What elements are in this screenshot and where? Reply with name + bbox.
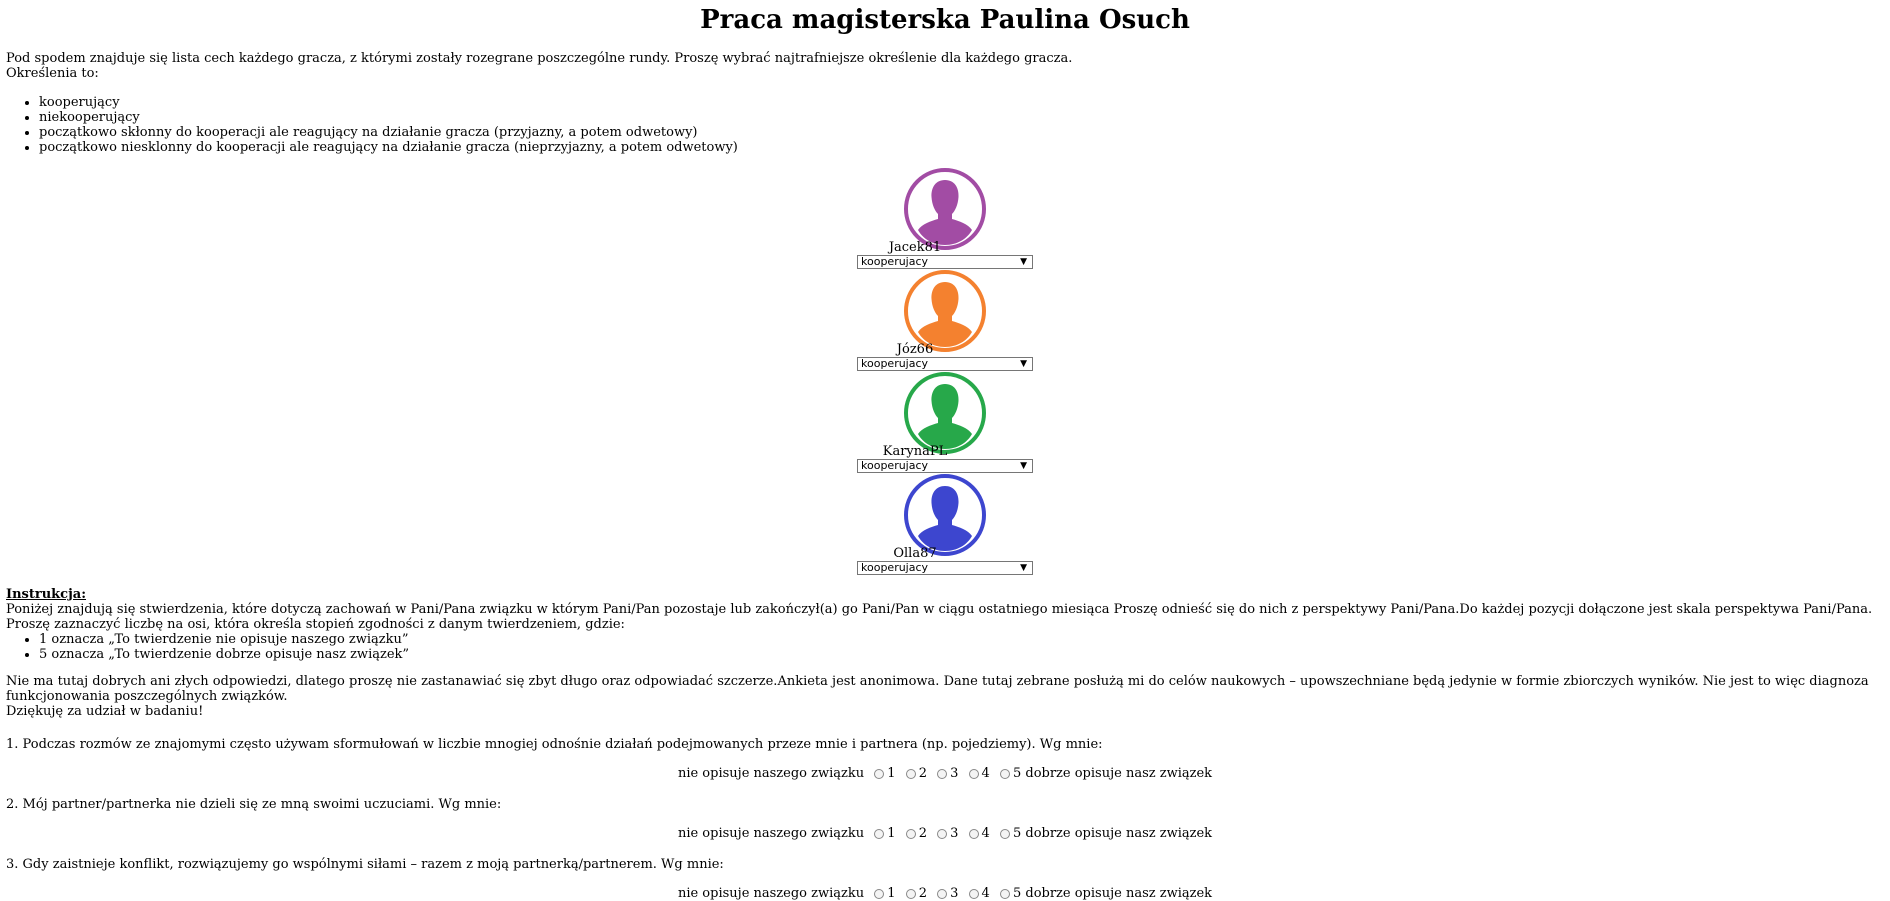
list-item: początkowo niesklonny do kooperacji ale …: [39, 140, 1884, 155]
intro-line-2: Określenia to:: [6, 66, 99, 81]
radio-option[interactable]: [905, 828, 916, 839]
question-text: 1. Podczas rozmów ze znajomymi często uż…: [6, 737, 1103, 752]
scale-left-label: nie opisuje naszego związku: [677, 766, 865, 781]
radio-option[interactable]: [968, 768, 979, 779]
scale-right-label: dobrze opisuje nasz związek: [1025, 826, 1213, 841]
radio-option[interactable]: [999, 828, 1010, 839]
radio-label: 4: [981, 886, 990, 901]
player-card: KarynaPL kooperujacy ▼: [855, 371, 1035, 473]
radio-label: 3: [950, 826, 959, 841]
radio-label: 1: [887, 886, 896, 901]
player-card: Józ66 kooperujacy ▼: [855, 269, 1035, 371]
list-item: kooperujący: [39, 95, 1884, 110]
note-text: Nie ma tutaj dobrych ani złych odpowiedz…: [6, 674, 1869, 704]
radio-option[interactable]: [874, 888, 885, 899]
question-text: 3. Gdy zaistnieje konflikt, rozwiązujemy…: [6, 857, 724, 872]
radio-label: 3: [950, 886, 959, 901]
radio-label: 1: [887, 766, 896, 781]
player-type-select[interactable]: kooperujacy ▼: [857, 255, 1033, 269]
player-name: Jacek81: [888, 240, 942, 255]
player-card: Jacek81 kooperujacy ▼: [855, 167, 1035, 269]
likert-scale: nie opisuje naszego związku 1 2 3 4 5 do…: [6, 886, 1884, 901]
radio-option[interactable]: [937, 888, 948, 899]
radio-option[interactable]: [937, 768, 948, 779]
radio-option[interactable]: [999, 768, 1010, 779]
scale-left-label: nie opisuje naszego związku: [677, 826, 865, 841]
radio-option[interactable]: [999, 888, 1010, 899]
page: Praca magisterska Paulina Osuch Pod spod…: [0, 5, 1890, 901]
radio-option[interactable]: [968, 888, 979, 899]
radio-label: 2: [918, 886, 927, 901]
list-item: niekooperujący: [39, 110, 1884, 125]
person-avatar-icon: [903, 167, 987, 251]
player-name: Olla87: [893, 546, 937, 561]
scale-left-label: nie opisuje naszego związku: [677, 886, 865, 901]
player-type-select[interactable]: kooperujacy ▼: [857, 459, 1033, 473]
question-block: 1. Podczas rozmów ze znajomymi często uż…: [6, 737, 1884, 781]
dropdown-arrow-icon: ▼: [1020, 461, 1027, 471]
question-block: 3. Gdy zaistnieje konflikt, rozwiązujemy…: [6, 857, 1884, 901]
player-type-select[interactable]: kooperujacy ▼: [857, 357, 1033, 371]
dropdown-arrow-icon: ▼: [1020, 257, 1027, 267]
radio-label: 1: [887, 826, 896, 841]
page-title: Praca magisterska Paulina Osuch: [700, 5, 1190, 35]
thanks-text: Dziękuję za udział w badaniu!: [6, 704, 204, 719]
select-value: kooperujacy: [861, 459, 929, 472]
list-item: początkowo skłonny do kooperacji ale rea…: [39, 125, 1884, 140]
likert-scale: nie opisuje naszego związku 1 2 3 4 5 do…: [6, 766, 1884, 781]
radio-label: 2: [918, 766, 927, 781]
description-options-list: kooperujący niekooperujący początkowo sk…: [6, 95, 1884, 155]
radio-option[interactable]: [937, 828, 948, 839]
radio-option[interactable]: [874, 828, 885, 839]
radio-option[interactable]: [874, 768, 885, 779]
radio-option[interactable]: [905, 888, 916, 899]
players-list: Jacek81 kooperujacy ▼ Józ66 kooperujacy …: [6, 167, 1884, 575]
question-text: 2. Mój partner/partnerka nie dzieli się …: [6, 797, 502, 812]
radio-label: 2: [918, 826, 927, 841]
instruction-note: Nie ma tutaj dobrych ani złych odpowiedz…: [6, 674, 1884, 719]
radio-label: 5: [1012, 886, 1022, 901]
person-avatar-icon: [903, 473, 987, 557]
person-avatar-icon: [903, 269, 987, 353]
instruction-text: Poniżej znajdują się stwierdzenia, które…: [6, 602, 1873, 632]
radio-label: 5: [1012, 826, 1022, 841]
instruction-section: Instrukcja: Poniżej znajdują się stwierd…: [6, 587, 1884, 632]
list-item: 5 oznacza „To twierdzenie dobrze opisuje…: [39, 647, 1884, 662]
scale-right-label: dobrze opisuje nasz związek: [1025, 886, 1213, 901]
person-avatar-icon: [903, 371, 987, 455]
player-name: Józ66: [896, 342, 934, 357]
intro-text: Pod spodem znajduje się lista cech każde…: [6, 51, 1884, 81]
dropdown-arrow-icon: ▼: [1020, 359, 1027, 369]
scale-right-label: dobrze opisuje nasz związek: [1025, 766, 1213, 781]
radio-option[interactable]: [905, 768, 916, 779]
instruction-heading: Instrukcja:: [6, 587, 87, 602]
select-value: kooperujacy: [861, 255, 929, 268]
player-type-select[interactable]: kooperujacy ▼: [857, 561, 1033, 575]
dropdown-arrow-icon: ▼: [1020, 563, 1027, 573]
player-card: Olla87 kooperujacy ▼: [855, 473, 1035, 575]
radio-label: 5: [1012, 766, 1022, 781]
player-name: KarynaPL: [882, 444, 948, 459]
radio-label: 3: [950, 766, 959, 781]
select-value: kooperujacy: [861, 561, 929, 574]
scale-explanation-list: 1 oznacza „To twierdzenie nie opisuje na…: [6, 632, 1884, 662]
intro-line-1: Pod spodem znajduje się lista cech każde…: [6, 51, 1073, 66]
radio-label: 4: [981, 826, 990, 841]
radio-label: 4: [981, 766, 990, 781]
list-item: 1 oznacza „To twierdzenie nie opisuje na…: [39, 632, 1884, 647]
likert-scale: nie opisuje naszego związku 1 2 3 4 5 do…: [6, 826, 1884, 841]
question-block: 2. Mój partner/partnerka nie dzieli się …: [6, 797, 1884, 841]
radio-option[interactable]: [968, 828, 979, 839]
select-value: kooperujacy: [861, 357, 929, 370]
